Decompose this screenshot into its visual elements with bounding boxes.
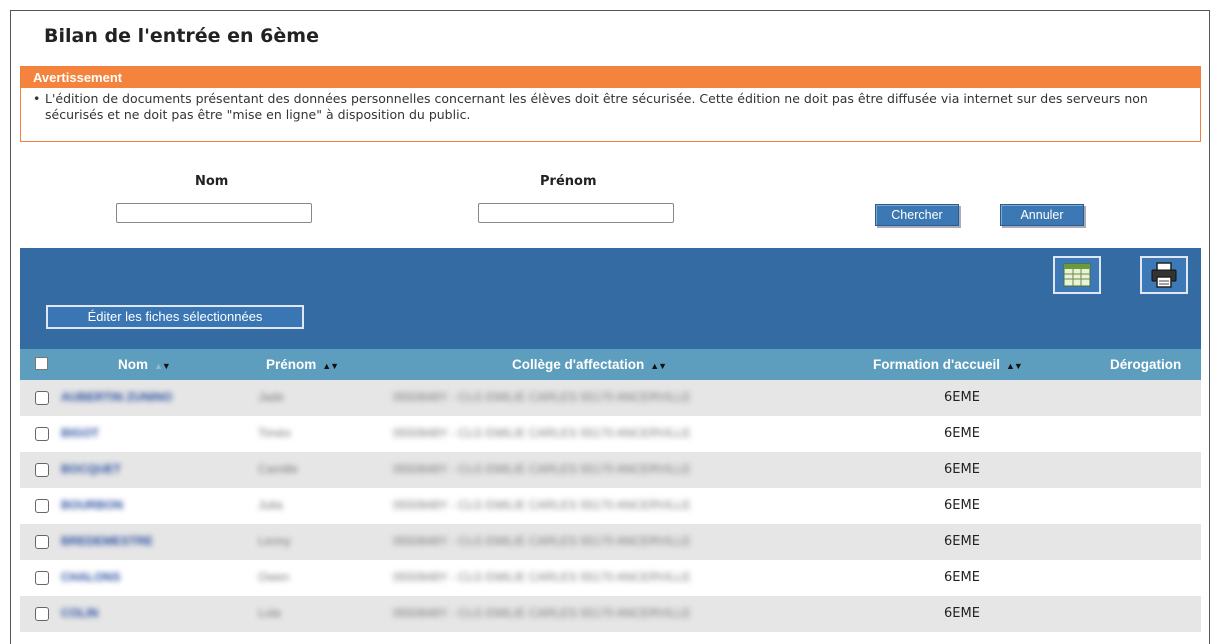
sort-icon[interactable]: ▲▼ <box>322 361 339 371</box>
student-firstname: Lenny <box>258 534 291 548</box>
student-name-link[interactable]: BOURBON <box>61 498 123 512</box>
warning-text: L'édition de documents présentant des do… <box>45 91 1148 122</box>
results-toolbar: Éditer les fiches sélectionnées <box>20 248 1201 349</box>
warning-bullet: • <box>33 91 41 106</box>
student-firstname: Timéo <box>258 426 291 440</box>
student-formation: 6EME <box>944 534 980 549</box>
column-header-college-label: Collège d'affectation <box>512 357 645 372</box>
table-row: COLIN Lola 0550848Y - CLG EMILIE CARLES … <box>20 596 1201 632</box>
sort-icon[interactable]: ▲▼ <box>1006 361 1023 371</box>
page-frame: Bilan de l'entrée en 6ème Avertissement … <box>10 10 1210 644</box>
student-college: 0550848Y - CLG EMILIE CARLES 55170 ANCER… <box>393 498 691 512</box>
warning-box: Avertissement • L'édition de documents p… <box>20 66 1201 142</box>
column-header-nom[interactable]: Nom ▲▼ <box>118 349 171 380</box>
table-header: Nom ▲▼ Prénom ▲▼ Collège d'affectation ▲▼ F… <box>20 349 1201 380</box>
student-college: 0550848Y - CLG EMILIE CARLES 55170 ANCER… <box>393 390 691 404</box>
student-formation: 6EME <box>944 570 980 585</box>
student-college: 0550848Y - CLG EMILIE CARLES 55170 ANCER… <box>393 606 691 620</box>
nom-input[interactable] <box>116 203 312 223</box>
column-header-prenom[interactable]: Prénom ▲▼ <box>266 349 339 380</box>
table-row: BREDEMESTRE Lenny 0550848Y - CLG EMILIE … <box>20 524 1201 560</box>
column-header-formation[interactable]: Formation d'accueil ▲▼ <box>873 349 1023 380</box>
student-name-link[interactable]: CHALONS <box>61 570 120 584</box>
column-header-nom-label: Nom <box>118 357 148 372</box>
student-college: 0550848Y - CLG EMILIE CARLES 55170 ANCER… <box>393 462 691 476</box>
row-checkbox[interactable] <box>35 499 49 513</box>
page-title: Bilan de l'entrée en 6ème <box>44 25 319 47</box>
row-checkbox[interactable] <box>35 427 49 441</box>
student-name-link[interactable]: BOCQUET <box>61 462 121 476</box>
cancel-button[interactable]: Annuler <box>1000 204 1084 226</box>
student-college: 0550848Y - CLG EMILIE CARLES 55170 ANCER… <box>393 426 691 440</box>
student-firstname: Camille <box>258 462 299 476</box>
prenom-input[interactable] <box>478 203 674 223</box>
row-checkbox[interactable] <box>35 463 49 477</box>
student-formation: 6EME <box>944 462 980 477</box>
student-firstname: Owen <box>258 570 290 584</box>
export-spreadsheet-button[interactable] <box>1053 256 1101 294</box>
column-header-derogation[interactable]: Dérogation <box>1110 349 1181 380</box>
table-row: AUBERTIN ZUNINO Jade 0550848Y - CLG EMIL… <box>20 380 1201 416</box>
student-formation: 6EME <box>944 498 980 513</box>
student-college: 0550848Y - CLG EMILIE CARLES 55170 ANCER… <box>393 570 691 584</box>
column-header-prenom-label: Prénom <box>266 357 317 372</box>
sort-icon[interactable]: ▲▼ <box>154 361 171 371</box>
student-firstname: Julia <box>258 498 283 512</box>
row-checkbox[interactable] <box>35 535 49 549</box>
sort-icon[interactable]: ▲▼ <box>650 361 667 371</box>
search-button[interactable]: Chercher <box>875 204 959 226</box>
column-header-formation-label: Formation d'accueil <box>873 357 1000 372</box>
print-button[interactable] <box>1140 256 1188 294</box>
student-college: 0550848Y - CLG EMILIE CARLES 55170 ANCER… <box>393 534 691 548</box>
student-name-link[interactable]: COLIN <box>61 606 98 620</box>
warning-body: • L'édition de documents présentant des … <box>21 88 1200 123</box>
table-row: BIGOT Timéo 0550848Y - CLG EMILIE CARLES… <box>20 416 1201 452</box>
student-formation: 6EME <box>944 426 980 441</box>
student-name-link[interactable]: BREDEMESTRE <box>61 534 153 548</box>
warning-heading: Avertissement <box>21 67 1200 88</box>
student-name-link[interactable]: AUBERTIN ZUNINO <box>61 390 172 404</box>
table-row: BOURBON Julia 0550848Y - CLG EMILIE CARL… <box>20 488 1201 524</box>
prenom-label: Prénom <box>540 174 597 189</box>
student-firstname: Jade <box>258 390 285 404</box>
column-header-college[interactable]: Collège d'affectation ▲▼ <box>512 349 667 380</box>
nom-label: Nom <box>195 174 229 189</box>
printer-icon <box>1151 262 1177 288</box>
spreadsheet-icon <box>1063 263 1091 287</box>
student-formation: 6EME <box>944 390 980 405</box>
row-checkbox[interactable] <box>35 607 49 621</box>
table-row: CHALONS Owen 0550848Y - CLG EMILIE CARLE… <box>20 560 1201 596</box>
student-formation: 6EME <box>944 606 980 621</box>
edit-selected-button[interactable]: Éditer les fiches sélectionnées <box>46 305 304 329</box>
student-firstname: Lola <box>258 606 281 620</box>
student-name-link[interactable]: BIGOT <box>61 426 99 440</box>
table-row: BOCQUET Camille 0550848Y - CLG EMILIE CA… <box>20 452 1201 488</box>
row-checkbox[interactable] <box>35 571 49 585</box>
row-checkbox[interactable] <box>35 391 49 405</box>
select-all-checkbox[interactable] <box>35 357 48 370</box>
